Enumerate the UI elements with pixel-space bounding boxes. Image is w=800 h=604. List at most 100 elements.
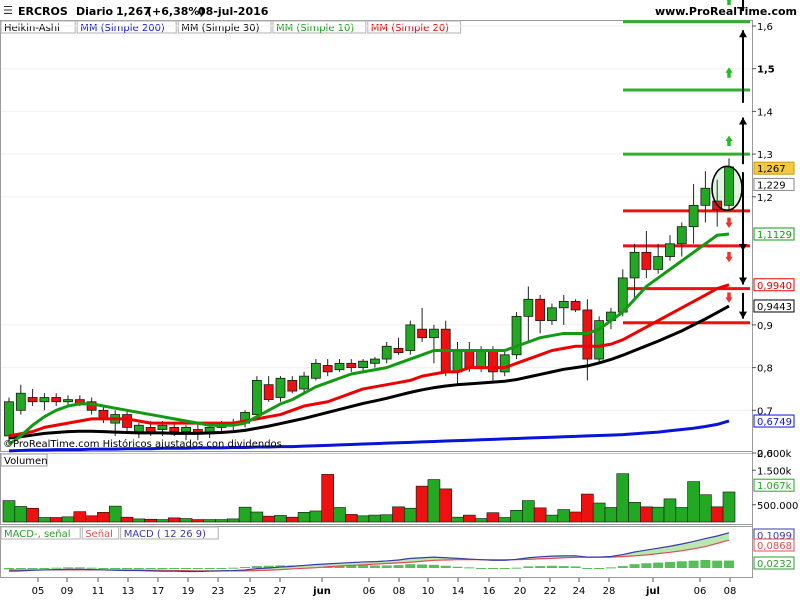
up-signal-arrow bbox=[724, 134, 734, 147]
legend-label: MM (Simple 20) bbox=[371, 23, 449, 34]
macd-histogram-bar bbox=[688, 560, 699, 568]
macd-histogram-bar bbox=[676, 561, 687, 568]
candle-down bbox=[145, 426, 156, 433]
macd-histogram-bar bbox=[74, 567, 85, 569]
macd-histogram-bar bbox=[98, 568, 109, 569]
date-label: 05 bbox=[32, 586, 45, 597]
candle-up bbox=[688, 204, 699, 228]
volume-bar bbox=[486, 512, 500, 523]
highlight-ellipse bbox=[711, 165, 743, 212]
volume-bar bbox=[73, 511, 87, 523]
date-label: 23 bbox=[212, 586, 225, 597]
price-tag-label: 1,229 bbox=[757, 180, 786, 191]
candle-down bbox=[122, 414, 132, 428]
arrow-head bbox=[739, 117, 747, 125]
macd-histogram-bar bbox=[570, 566, 581, 568]
macd-histogram-bar bbox=[204, 568, 215, 569]
macd-histogram-bar bbox=[641, 563, 652, 568]
macd-histogram-bar bbox=[629, 564, 640, 568]
volume-bar bbox=[463, 514, 476, 523]
candle-up bbox=[700, 187, 711, 206]
macd-tag-label: 0,0232 bbox=[757, 559, 792, 570]
macd-histogram-bar bbox=[452, 566, 463, 568]
volume-bar bbox=[97, 512, 110, 523]
macd-histogram-bar bbox=[228, 567, 239, 569]
volume-bar bbox=[321, 474, 334, 523]
price-tick-label: 1,5 bbox=[757, 65, 775, 76]
volume-bar bbox=[191, 519, 205, 523]
candle-down bbox=[263, 384, 274, 401]
candle-up bbox=[452, 350, 463, 373]
volume-bar bbox=[26, 507, 39, 523]
volume-bar bbox=[522, 500, 535, 523]
volume-tick-label: 2.000k bbox=[757, 449, 792, 460]
volume-title: Volumen bbox=[4, 456, 48, 467]
macd-histogram-bar bbox=[381, 565, 392, 568]
candle-up bbox=[310, 362, 321, 379]
volume-bar bbox=[132, 518, 146, 523]
macd-histogram-bar bbox=[110, 568, 121, 569]
date-label: 11 bbox=[92, 586, 105, 597]
volume-bar bbox=[569, 511, 582, 523]
volume-bar bbox=[392, 506, 405, 523]
volume-bar bbox=[510, 509, 523, 523]
candle-up bbox=[358, 360, 368, 369]
price-tag-label: 0,9940 bbox=[757, 281, 792, 292]
price-axis: 1,71,61,51,41,31,20,90,80,70,61,2671,229… bbox=[752, 22, 795, 460]
price-label: 1,267 bbox=[116, 5, 151, 18]
macd-histogram-bar bbox=[499, 568, 510, 569]
candle-up bbox=[63, 399, 73, 403]
date-label: 24 bbox=[573, 586, 586, 597]
macd-histogram-bar bbox=[546, 565, 557, 568]
date-label: 28 bbox=[603, 586, 616, 597]
volume-bar bbox=[699, 494, 712, 523]
date-label: 06 bbox=[363, 586, 376, 597]
volume-bar bbox=[356, 515, 370, 523]
candle-down bbox=[464, 350, 475, 368]
macd-histogram-bar bbox=[653, 562, 664, 568]
site-label[interactable]: www.ProRealTime.com bbox=[655, 5, 797, 18]
macd-histogram-bar bbox=[440, 565, 451, 568]
macd-histogram-bar bbox=[393, 565, 404, 568]
arrow-head bbox=[739, 277, 747, 285]
legend-label: MM (Simple 10) bbox=[276, 23, 354, 34]
macd-histogram-bar bbox=[51, 567, 62, 569]
date-label: 08 bbox=[724, 586, 737, 597]
macd-histogram-bar bbox=[664, 561, 675, 568]
macd-histogram-bar bbox=[700, 560, 711, 568]
macd-histogram-bar bbox=[369, 565, 380, 568]
candle-up bbox=[15, 392, 26, 411]
volume-bar bbox=[215, 519, 228, 523]
macd-tag-label: 0,0868 bbox=[757, 541, 792, 552]
macd-histogram-bar bbox=[605, 567, 616, 569]
legend-label: Heikin-Ashi bbox=[4, 23, 60, 34]
volume-bar bbox=[404, 507, 417, 523]
volume-bar bbox=[604, 507, 618, 523]
date-label: 22 bbox=[544, 586, 557, 597]
macd-histogram-bar bbox=[417, 564, 428, 568]
price-tick-label: 1,3 bbox=[757, 150, 773, 161]
price-legend: Heikin-Ashi MM (Simple 200) MM (Simple 30)… bbox=[0, 20, 462, 34]
macd-histogram-bar bbox=[122, 568, 133, 569]
date-label: 08 bbox=[393, 586, 406, 597]
menu-icon[interactable]: ☰ bbox=[3, 4, 13, 17]
date-label: 16 bbox=[483, 586, 496, 597]
macd-histogram-bar bbox=[724, 560, 734, 568]
volume-bar bbox=[498, 517, 512, 523]
macd-histogram-bar bbox=[169, 568, 180, 569]
volume-bar bbox=[380, 514, 394, 523]
macd-legend-label: MACD-, señal bbox=[4, 529, 71, 540]
macd-histogram-bar bbox=[133, 568, 144, 569]
candle-down bbox=[51, 397, 62, 403]
date-label: 06 bbox=[694, 586, 707, 597]
date-label: 20 bbox=[514, 586, 527, 597]
macd-histogram-bar bbox=[27, 568, 38, 569]
volume-axis: 2.000k 1.500k 1.067k 500.000 bbox=[752, 449, 798, 512]
macd-histogram-bar bbox=[145, 568, 156, 569]
macd-histogram-bar bbox=[523, 566, 534, 568]
candle-down bbox=[570, 301, 581, 311]
volume-bar bbox=[179, 518, 193, 523]
candle-down bbox=[287, 380, 298, 392]
date-label: 09 bbox=[61, 586, 74, 597]
macd-histogram-bar bbox=[216, 568, 227, 569]
